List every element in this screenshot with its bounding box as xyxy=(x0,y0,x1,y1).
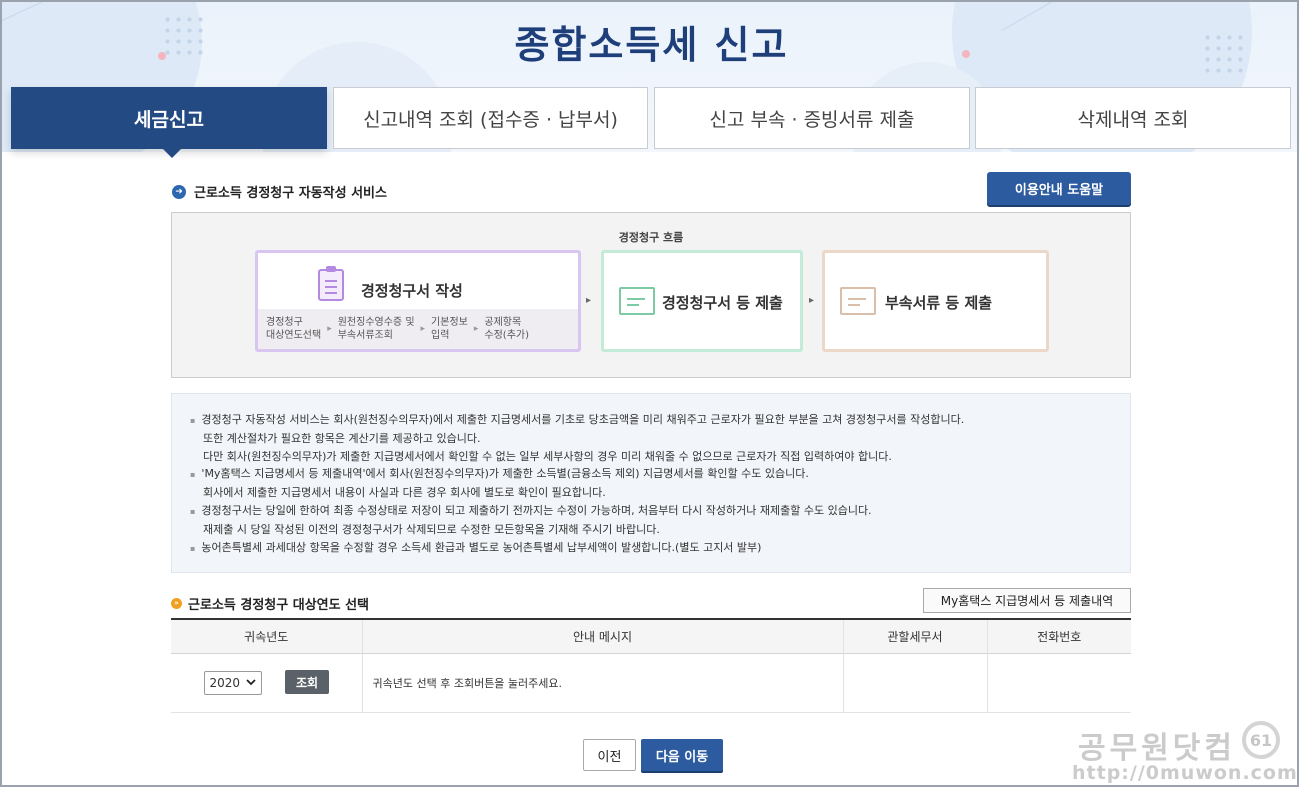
chevron-right-icon: ▸ xyxy=(420,324,426,334)
tab-bar: 세금신고 신고내역 조회 (접수증 · 납부서) 신고 부속 · 증빙서류 제출… xyxy=(11,87,1292,158)
table-row: 2020 조회 귀속년도 선택 후 조회버튼을 눌러주세요. xyxy=(171,653,1131,713)
info-item: 또한 계산절차가 필요한 항목은 계산기를 제공하고 있습니다. xyxy=(203,431,481,445)
header-phone: 전화번호 xyxy=(986,618,1131,654)
phone-cell xyxy=(986,653,1131,713)
flow-diagram: 경정청구 흐름 경정청구서 작성 경정청구 대상연도선택 ▸ 원천징수영수증 및… xyxy=(171,212,1131,378)
info-item: 재제출 시 당일 작성된 이전의 경정청구서가 삭제되므로 수정한 모든항목을 … xyxy=(203,522,660,536)
tab-deleted-history[interactable]: 삭제내역 조회 xyxy=(975,87,1291,149)
year-table: 귀속년도 안내 메시지 관할세무서 전화번호 2020 조회 귀속년도 선택 후… xyxy=(171,618,1131,713)
substep-select-year: 경정청구 대상연도선택 xyxy=(266,317,322,341)
step3-title: 부속서류 등 제출 xyxy=(885,294,993,312)
window-frame: 종합소득세 신고 세금신고 신고내역 조회 (접수증 · 납부서) 신고 부속 … xyxy=(0,0,1299,787)
year-cell: 2020 조회 xyxy=(171,653,362,713)
chevron-right-icon: ▸ xyxy=(586,295,592,306)
flow-label: 경정청구 흐름 xyxy=(618,231,684,244)
chevron-right-icon: ▸ xyxy=(473,324,479,334)
info-notice: 경정청구 자동작성 서비스는 회사(원천징수의무자)에서 제출한 지급명세서를 … xyxy=(171,393,1131,573)
tab-document-submit[interactable]: 신고 부속 · 증빙서류 제출 xyxy=(654,87,970,149)
document-icon xyxy=(840,287,876,315)
substep-deductions: 공제항목 수정(추가) xyxy=(484,317,529,341)
year-select[interactable]: 2020 xyxy=(203,670,262,695)
info-item: 경정청구 자동작성 서비스는 회사(원천징수의무자)에서 제출한 지급명세서를 … xyxy=(190,411,1130,430)
page-title: 종합소득세 신고 xyxy=(514,23,789,67)
year-section-title-text: 근로소득 경정청구 대상연도 선택 xyxy=(188,598,370,613)
info-item: 경정청구서는 당일에 한하여 최종 수정상태로 저장이 되고 제출하기 전까지는… xyxy=(190,502,1130,521)
info-item: 회사에서 제출한 지급명세서 내용이 사실과 다른 경우 회사에 별도로 확인이… xyxy=(203,486,606,500)
step1-title: 경정청구서 작성 xyxy=(361,282,463,300)
message-cell: 귀속년도 선택 후 조회버튼을 눌러주세요. xyxy=(361,653,843,713)
clipboard-icon xyxy=(318,266,344,301)
substep-receipt-lookup: 원천징수영수증 및 부속서류조회 xyxy=(337,317,415,341)
next-button[interactable]: 다음 이동 xyxy=(641,739,723,771)
header-tax-office: 관할세무서 xyxy=(842,618,987,654)
info-item: 다만 회사(원천징수의무자)가 제출한 지급명세서에서 확인할 수 없는 일부 … xyxy=(203,449,892,463)
statement-history-button[interactable]: My홈택스 지급명세서 등 제출내역 xyxy=(923,588,1131,613)
watermark-url: http://0muwon.com xyxy=(1072,762,1298,784)
header-year: 귀속년도 xyxy=(171,618,362,654)
year-select-value: 2020 xyxy=(209,675,241,690)
watermark-logo: 61 xyxy=(1242,721,1280,759)
tab-tax-filing[interactable]: 세금신고 xyxy=(11,87,327,158)
service-title-text: 근로소득 경정청구 자동작성 서비스 xyxy=(194,186,387,201)
chevron-right-icon: ▸ xyxy=(809,295,815,306)
tab-filing-history[interactable]: 신고내역 조회 (접수증 · 납부서) xyxy=(333,87,648,149)
tax-office-cell xyxy=(842,653,987,713)
info-item: 농어촌특별세 과세대상 항목을 수정할 경우 소득세 환급과 별도로 농어촌특별… xyxy=(190,539,1130,558)
watermark-text: 공무원닷컴 xyxy=(1078,731,1236,766)
chevron-down-icon xyxy=(245,679,256,686)
chevron-right-icon: ▸ xyxy=(327,324,332,334)
year-section-title: » 근로소득 경정청구 대상연도 선택 xyxy=(171,594,369,613)
document-icon xyxy=(619,287,655,315)
step1-substeps: 경정청구 대상연도선택 ▸ 원천징수영수증 및 부속서류조회 ▸ 기본정보 입력… xyxy=(258,309,578,349)
prev-button[interactable]: 이전 xyxy=(583,739,636,771)
flow-step-write: 경정청구서 작성 경정청구 대상연도선택 ▸ 원천징수영수증 및 부속서류조회 … xyxy=(255,250,581,352)
help-button[interactable]: 이용안내 도움말 xyxy=(987,172,1131,205)
flow-step-attach: 부속서류 등 제출 xyxy=(822,250,1049,352)
info-item: 'My홈택스 지급명세서 등 제출내역'에서 회사(원천징수의무자)가 제출한 … xyxy=(190,465,1130,484)
substep-basic-info: 기본정보 입력 xyxy=(431,317,468,341)
arrow-circle-icon: ➜ xyxy=(172,184,186,199)
query-button[interactable]: 조회 xyxy=(285,670,329,695)
flow-step-submit: 경정청구서 등 제출 xyxy=(601,250,803,352)
service-section-title: ➜ 근로소득 경정청구 자동작성 서비스 xyxy=(172,182,387,201)
chevron-circle-icon: » xyxy=(171,598,182,609)
header-message: 안내 메시지 xyxy=(361,618,843,654)
step2-title: 경정청구서 등 제출 xyxy=(662,294,783,312)
